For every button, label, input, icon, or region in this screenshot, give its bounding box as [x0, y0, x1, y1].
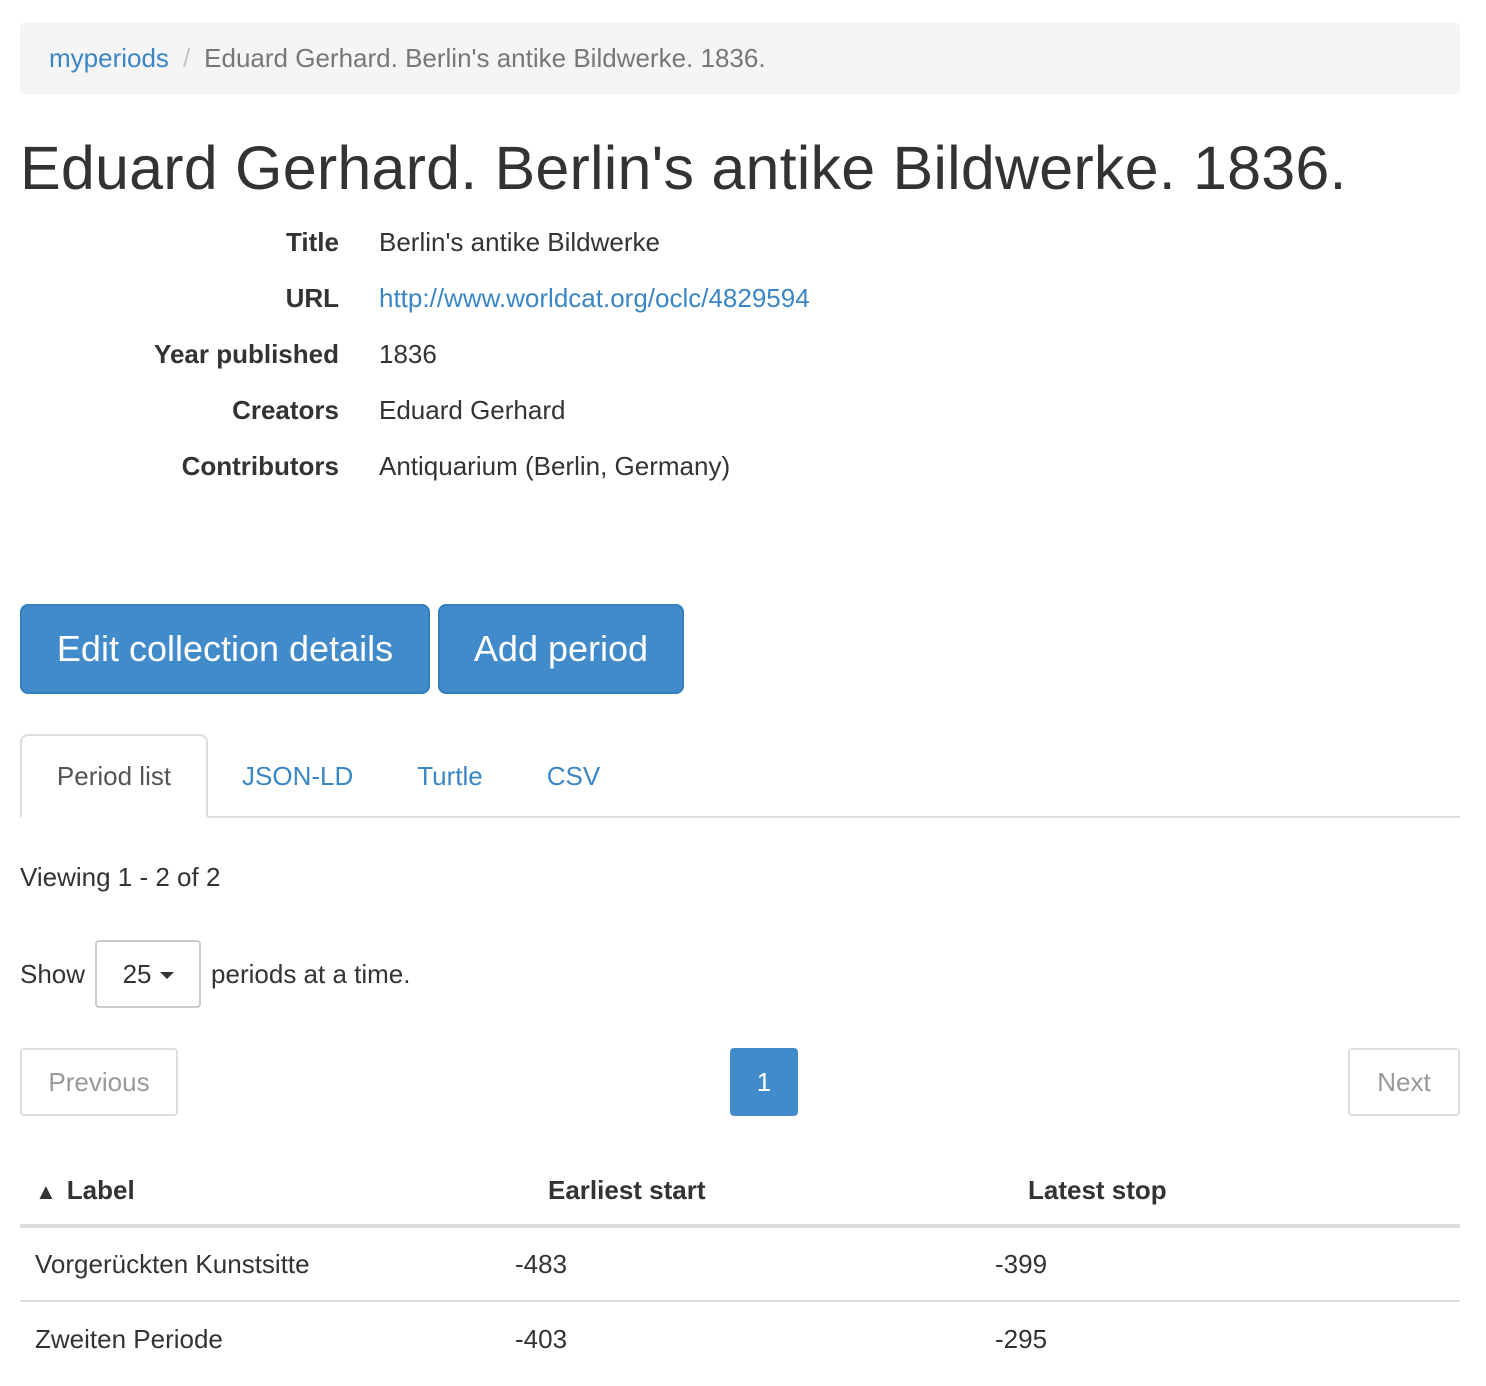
- tab-turtle[interactable]: Turtle: [385, 734, 515, 818]
- page-size-control: Show 25 periods at a time.: [20, 940, 410, 1008]
- next-page-button[interactable]: Next: [1348, 1048, 1460, 1116]
- detail-label: Title: [286, 226, 339, 257]
- detail-row-contributors: Contributors Antiquarium (Berlin, German…: [20, 438, 1460, 494]
- detail-label: URL: [285, 282, 339, 313]
- tab-csv[interactable]: CSV: [515, 734, 632, 818]
- cell-earliest-start: -403: [515, 1323, 568, 1354]
- show-suffix: periods at a time.: [211, 958, 411, 989]
- chevron-down-icon: [159, 972, 174, 979]
- sort-ascending-icon: ▲: [35, 1178, 57, 1204]
- cell-latest-stop: -399: [995, 1248, 1048, 1279]
- tab-period-list[interactable]: Period list: [20, 734, 208, 818]
- tab-bar: Period list JSON-LD Turtle CSV: [20, 734, 1460, 818]
- column-header-label[interactable]: ▲ Label: [20, 1175, 500, 1206]
- action-buttons: Edit collection details Add period: [20, 604, 684, 694]
- detail-label: Year published: [154, 338, 339, 369]
- cell-latest-stop: -295: [995, 1323, 1048, 1354]
- breadcrumb-separator: /: [182, 42, 191, 73]
- page-number-1[interactable]: 1: [730, 1048, 798, 1116]
- page-title: Eduard Gerhard. Berlin's antike Bildwerk…: [20, 134, 1347, 202]
- breadcrumb: myperiods / Eduard Gerhard. Berlin's ant…: [20, 22, 1460, 94]
- page-size-value: 25: [122, 958, 152, 989]
- detail-value: Antiquarium (Berlin, Germany): [379, 450, 731, 481]
- url-link[interactable]: http://www.worldcat.org/oclc/4829594: [379, 283, 810, 313]
- detail-row-year-published: Year published 1836: [20, 326, 1460, 382]
- viewing-count: Viewing 1 - 2 of 2: [20, 862, 221, 892]
- collection-details: Title Berlin's antike Bildwerke URL http…: [20, 214, 1460, 494]
- cell-label: Zweiten Periode: [35, 1323, 223, 1354]
- previous-page-button[interactable]: Previous: [20, 1048, 178, 1116]
- edit-collection-button[interactable]: Edit collection details: [20, 604, 430, 694]
- detail-value: 1836: [379, 338, 437, 369]
- detail-value: Berlin's antike Bildwerke: [379, 226, 660, 257]
- detail-value: http://www.worldcat.org/oclc/4829594: [379, 283, 810, 314]
- add-period-button[interactable]: Add period: [438, 604, 684, 694]
- column-header-latest-stop[interactable]: Latest stop: [980, 1175, 1460, 1206]
- column-header-earliest-start[interactable]: Earliest start: [500, 1175, 980, 1206]
- detail-row-creators: Creators Eduard Gerhard: [20, 382, 1460, 438]
- table-row[interactable]: Vorgerückten Kunstsitte -483 -399: [20, 1228, 1460, 1302]
- detail-row-title: Title Berlin's antike Bildwerke: [20, 214, 1460, 270]
- column-header-label-text: Label: [66, 1174, 135, 1205]
- detail-label: Creators: [232, 394, 339, 425]
- breadcrumb-current: Eduard Gerhard. Berlin's antike Bildwerk…: [204, 42, 766, 73]
- detail-label: Contributors: [181, 450, 339, 481]
- detail-value: Eduard Gerhard: [379, 394, 566, 425]
- breadcrumb-root-link[interactable]: myperiods: [49, 43, 169, 74]
- periods-table: ▲ Label Earliest start Latest stop Vorger…: [20, 1156, 1460, 1376]
- cell-label: Vorgerückten Kunstsitte: [35, 1248, 310, 1279]
- show-prefix: Show: [20, 958, 86, 989]
- page-size-select[interactable]: 25: [95, 940, 202, 1008]
- table-row[interactable]: Zweiten Periode -403 -295: [20, 1302, 1460, 1376]
- table-header: ▲ Label Earliest start Latest stop: [20, 1156, 1460, 1228]
- tab-json-ld[interactable]: JSON-LD: [210, 734, 385, 818]
- detail-row-url: URL http://www.worldcat.org/oclc/4829594: [20, 270, 1460, 326]
- cell-earliest-start: -483: [515, 1248, 568, 1279]
